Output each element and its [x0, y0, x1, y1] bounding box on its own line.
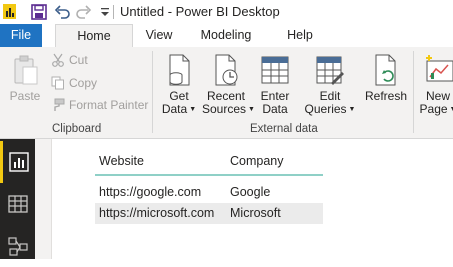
title-bar: Untitled - Power BI Desktop [0, 0, 453, 24]
table-row: https://microsoft.com Microsoft [95, 203, 323, 224]
format-painter-button[interactable]: Format Painter [51, 98, 148, 112]
edit-queries-label-line2: Queries [304, 102, 347, 116]
ribbon-tabs: File Home View Modeling Help [0, 24, 453, 48]
title-separator [113, 5, 114, 19]
recent-sources-icon [215, 54, 238, 86]
edit-queries-icon [316, 56, 344, 85]
new-page-button[interactable]: New Page▼ [418, 53, 453, 116]
paste-label: Paste [9, 89, 41, 103]
redo-icon[interactable] [75, 3, 93, 21]
table-visual[interactable]: Website Company https://google.com Googl… [95, 151, 323, 224]
report-view-button[interactable] [0, 141, 35, 183]
refresh-label: Refresh [364, 89, 408, 103]
format-painter-label: Format Painter [69, 98, 149, 112]
copy-icon [51, 76, 64, 90]
tab-view[interactable]: View [140, 24, 178, 47]
column-header-company[interactable]: Company [230, 154, 284, 168]
home-ribbon: Paste Cut Copy Format Painter Clipboard [0, 47, 453, 139]
tab-modeling[interactable]: Modeling [193, 24, 259, 47]
dropdown-arrow-icon: ▼ [450, 106, 453, 113]
ribbon-separator [413, 51, 414, 133]
tab-help[interactable]: Help [280, 24, 320, 47]
cut-button[interactable]: Cut [51, 53, 88, 67]
dropdown-arrow-icon: ▼ [248, 106, 255, 114]
new-page-icon [426, 55, 453, 82]
tab-file[interactable]: File [0, 24, 42, 47]
database-icon [169, 54, 190, 86]
cell-company: Microsoft [230, 206, 281, 220]
recent-sources-label-line2: Sources [202, 102, 247, 116]
copy-label: Copy [69, 76, 98, 90]
paste-button[interactable]: Paste [6, 55, 44, 103]
column-header-website[interactable]: Website [99, 154, 144, 168]
ribbon-separator [152, 51, 153, 133]
data-view-icon [7, 195, 28, 213]
get-data-button[interactable]: Get Data ▼ [160, 53, 198, 116]
format-painter-icon [54, 98, 65, 111]
cell-company: Google [230, 185, 271, 199]
power-bi-logo-icon [3, 4, 16, 19]
cut-label: Cut [69, 53, 88, 67]
edit-queries-button[interactable]: Edit Queries ▼ [304, 53, 356, 116]
copy-button[interactable]: Copy [51, 76, 97, 90]
relationships-view-button[interactable] [0, 225, 35, 267]
enter-data-button[interactable]: Enter Data [255, 53, 295, 116]
clipboard-group-label: Clipboard [52, 123, 102, 135]
relationships-view-icon [7, 237, 28, 256]
new-page-label-line2: Page [419, 102, 448, 116]
table-header-row: Website Company [95, 151, 323, 176]
window-title: Untitled - Power BI Desktop [120, 4, 280, 19]
dropdown-arrow-icon: ▼ [348, 106, 356, 114]
undo-icon[interactable] [53, 3, 71, 21]
enter-data-label-line2: Data [262, 102, 288, 116]
table-icon [261, 56, 289, 84]
save-icon[interactable] [30, 3, 48, 21]
cell-website: https://google.com [99, 185, 202, 199]
data-view-button[interactable] [0, 183, 35, 225]
recent-sources-button[interactable]: Recent Sources ▼ [202, 53, 255, 116]
customize-quick-access-icon[interactable] [96, 3, 114, 21]
paste-icon [14, 55, 38, 85]
table-row: https://google.com Google [95, 182, 323, 203]
report-page[interactable]: Website Company https://google.com Googl… [51, 139, 453, 259]
get-data-label-line2: Data [161, 102, 188, 116]
refresh-icon [375, 54, 396, 86]
view-nav-bar [0, 139, 35, 259]
refresh-button[interactable]: Refresh [364, 53, 408, 103]
scissors-icon [52, 53, 64, 67]
dropdown-arrow-icon: ▼ [189, 106, 197, 114]
report-view-icon [9, 152, 29, 172]
cell-website: https://microsoft.com [99, 206, 215, 220]
external-data-group-label: External data [250, 123, 318, 135]
report-canvas: Website Company https://google.com Googl… [35, 139, 453, 259]
tab-home[interactable]: Home [55, 24, 133, 48]
